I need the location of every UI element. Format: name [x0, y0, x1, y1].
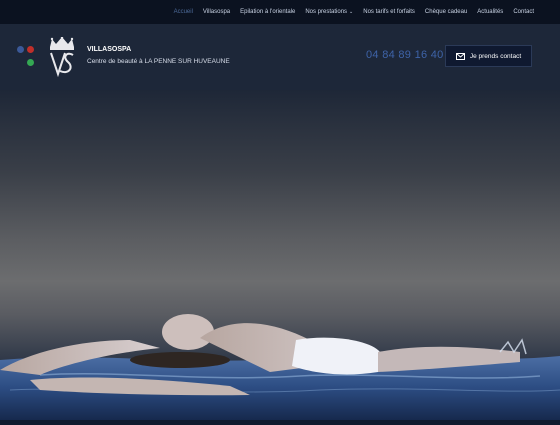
logo[interactable] — [46, 37, 78, 77]
google-plus-icon[interactable] — [27, 46, 34, 53]
nav-item-accueil[interactable]: Accueil — [174, 9, 193, 15]
nav-item-prestations[interactable]: Nos prestations ⌄ — [305, 9, 353, 15]
nav-item-cheque-cadeau[interactable]: Chèque cadeau — [425, 9, 467, 15]
facebook-icon[interactable] — [17, 46, 24, 53]
nav-item-contact[interactable]: Contact — [513, 9, 534, 15]
contact-button[interactable]: Je prends contact — [445, 45, 532, 67]
hero-photo — [0, 314, 560, 420]
chevron-down-icon: ⌄ — [349, 9, 354, 15]
nav-item-tarifs[interactable]: Nos tarifs et forfaits — [363, 9, 415, 15]
brand-name: VILLASOSPA — [87, 46, 132, 53]
nav-item-prestations-label: Nos prestations — [305, 9, 348, 15]
nav-item-villasospa[interactable]: Villasospa — [203, 9, 230, 15]
tripadvisor-icon[interactable] — [27, 59, 34, 66]
hero-image — [0, 90, 560, 420]
phone-number[interactable]: 04 84 89 16 40 — [366, 49, 444, 61]
top-navigation: Accueil Villasospa Epilation à l'orienta… — [0, 0, 560, 24]
nav-item-actualites[interactable]: Actualités — [477, 9, 503, 15]
social-links — [14, 46, 38, 68]
brand-tagline: Centre de beauté à LA PENNE SUR HUVEAUNE — [87, 58, 230, 65]
contact-button-label: Je prends contact — [469, 52, 522, 60]
envelope-icon — [455, 52, 465, 60]
nav-item-epilation[interactable]: Epilation à l'orientale — [240, 9, 295, 15]
